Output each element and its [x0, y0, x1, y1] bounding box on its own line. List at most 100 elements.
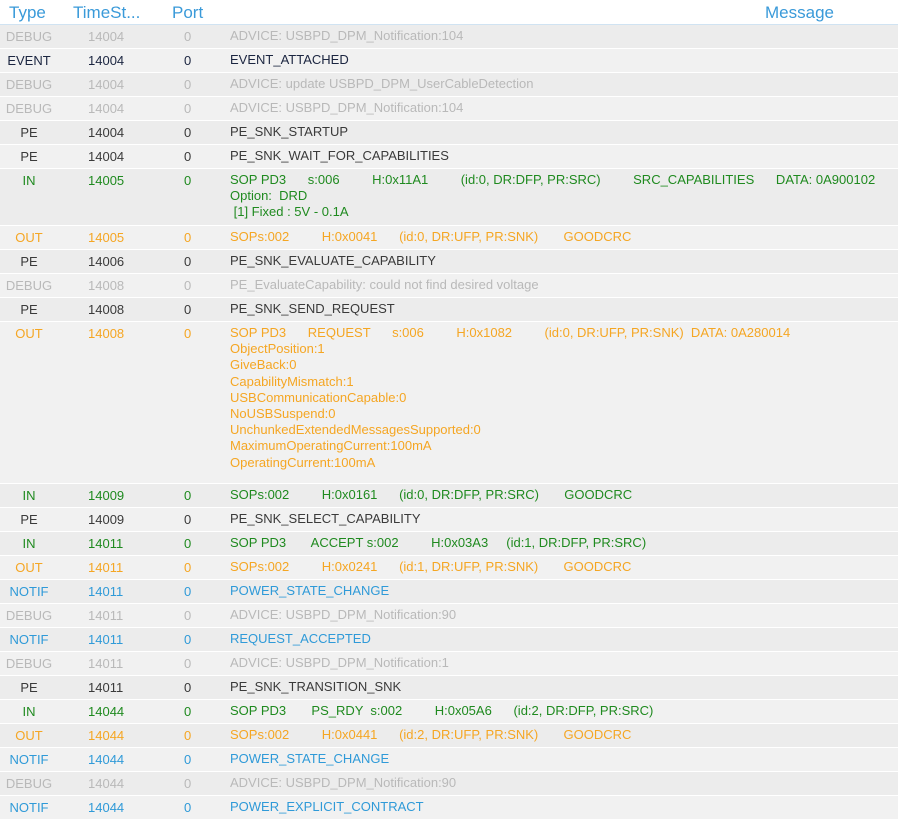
cell-timestamp: 14011: [88, 680, 124, 695]
table-row[interactable]: DEBUG 14008 0 PE_EvaluateCapability: could …: [0, 274, 898, 298]
cell-type: IN: [22, 173, 36, 188]
table-row[interactable]: PE 14004 0 PE_SNK_WAIT_FOR_CAPABILITIES: [0, 145, 898, 169]
cell-message: PE_SNK_EVALUATE_CAPABILITY: [230, 253, 436, 268]
cell-port: 0: [184, 488, 192, 503]
cell-type: IN: [22, 704, 36, 719]
cell-type: PE: [20, 149, 38, 164]
cell-port: 0: [184, 608, 192, 623]
column-header-message[interactable]: Message: [765, 3, 834, 23]
table-row[interactable]: EVENT 14004 0 EVENT_ATTACHED: [0, 49, 898, 73]
cell-timestamp: 14044: [88, 752, 125, 767]
column-header-type[interactable]: Type: [9, 3, 46, 23]
cell-timestamp: 14044: [88, 800, 125, 815]
cell-type: PE: [20, 302, 38, 317]
cell-timestamp: 14011: [88, 632, 124, 647]
cell-message: SOP PD3 s:006 H:0x11A1 (id:0, DR:DFP, PR…: [230, 172, 876, 220]
cell-port: 0: [184, 656, 192, 671]
cell-port: 0: [184, 536, 192, 551]
cell-timestamp: 14004: [88, 53, 125, 68]
table-row[interactable]: DEBUG 14004 0 ADVICE: update USBPD_DPM_User…: [0, 73, 898, 97]
table-row[interactable]: PE 14008 0 PE_SNK_SEND_REQUEST: [0, 298, 898, 322]
cell-type: OUT: [15, 728, 43, 743]
cell-type: EVENT: [7, 53, 51, 68]
cell-message: SOPs:002 H:0x0441 (id:2, DR:UFP, PR:SNK)…: [230, 727, 632, 742]
cell-timestamp: 14004: [88, 101, 125, 116]
cell-message: SOPs:002 H:0x0041 (id:0, DR:UFP, PR:SNK)…: [230, 229, 632, 244]
cell-timestamp: 14004: [88, 77, 125, 92]
cell-type: DEBUG: [5, 656, 53, 671]
table-row[interactable]: NOTIF 14044 0 POWER_STATE_CHANGE: [0, 748, 898, 772]
cell-timestamp: 14004: [88, 29, 125, 44]
cell-type: DEBUG: [5, 101, 53, 116]
cell-type: PE: [20, 512, 38, 527]
cell-timestamp: 14044: [88, 776, 125, 791]
table-row[interactable]: DEBUG 14011 0 ADVICE: USBPD_DPM_Notificatio…: [0, 604, 898, 628]
cell-port: 0: [184, 77, 192, 92]
cell-type: IN: [22, 488, 36, 503]
table-row[interactable]: IN 14009 0 SOPs:002 H:0x0161 (id:0, DR:DFP,…: [0, 484, 898, 508]
table-row[interactable]: PE 14006 0 PE_SNK_EVALUATE_CAPABILITY: [0, 250, 898, 274]
table-row[interactable]: IN 14044 0 SOP PD3 PS_RDY s:002 H:0x05A6 (i…: [0, 700, 898, 724]
cell-type: NOTIF: [9, 800, 49, 815]
cell-message: SOPs:002 H:0x0241 (id:1, DR:UFP, PR:SNK)…: [230, 559, 632, 574]
cell-timestamp: 14004: [88, 149, 125, 164]
cell-message: SOP PD3 ACCEPT s:002 H:0x03A3 (id:1, DR:…: [230, 535, 647, 550]
cell-timestamp: 14008: [88, 302, 125, 317]
table-row[interactable]: NOTIF 14011 0 REQUEST_ACCEPTED: [0, 628, 898, 652]
cell-timestamp: 14005: [88, 230, 125, 245]
cell-type: NOTIF: [9, 752, 49, 767]
table-row[interactable]: IN 14005 0 SOP PD3 s:006 H:0x11A1 (id:0, DR…: [0, 169, 898, 226]
table-row[interactable]: DEBUG 14004 0 ADVICE: USBPD_DPM_Notificatio…: [0, 25, 898, 49]
cell-message: ADVICE: USBPD_DPM_Notification:1: [230, 655, 449, 670]
cell-port: 0: [184, 173, 192, 188]
cell-type: PE: [20, 125, 38, 140]
cell-port: 0: [184, 512, 192, 527]
cell-message: PE_EvaluateCapability: could not find de…: [230, 277, 539, 292]
cell-timestamp: 14011: [88, 656, 124, 671]
cell-message: ADVICE: update USBPD_DPM_UserCableDetect…: [230, 76, 534, 91]
cell-message: PE_SNK_STARTUP: [230, 124, 349, 139]
table-row[interactable]: DEBUG 14004 0 ADVICE: USBPD_DPM_Notificatio…: [0, 97, 898, 121]
column-header-port[interactable]: Port: [172, 3, 203, 23]
cell-type: DEBUG: [5, 776, 53, 791]
table-row[interactable]: OUT 14005 0 SOPs:002 H:0x0041 (id:0, DR:UFP…: [0, 226, 898, 250]
cell-message: EVENT_ATTACHED: [230, 52, 349, 67]
table-row[interactable]: NOTIF 14044 0 POWER_EXPLICIT_CONTRACT: [0, 796, 898, 820]
cell-message: ADVICE: USBPD_DPM_Notification:104: [230, 100, 464, 115]
cell-port: 0: [184, 29, 192, 44]
table-row[interactable]: OUT 14044 0 SOPs:002 H:0x0441 (id:2, DR:UFP…: [0, 724, 898, 748]
cell-message: POWER_STATE_CHANGE: [230, 751, 390, 766]
table-row[interactable]: DEBUG 14011 0 ADVICE: USBPD_DPM_Notificatio…: [0, 652, 898, 676]
table-row[interactable]: OUT 14008 0 SOP PD3 REQUEST s:006 H:0x1082 …: [0, 322, 898, 484]
table-row[interactable]: DEBUG 14044 0 ADVICE: USBPD_DPM_Notificatio…: [0, 772, 898, 796]
cell-timestamp: 14009: [88, 512, 125, 527]
cell-type: OUT: [15, 230, 43, 245]
table-row[interactable]: IN 14011 0 SOP PD3 ACCEPT s:002 H:0x03A3 (i…: [0, 532, 898, 556]
cell-timestamp: 14008: [88, 326, 125, 341]
table-row[interactable]: NOTIF 14011 0 POWER_STATE_CHANGE: [0, 580, 898, 604]
cell-timestamp: 14006: [88, 254, 125, 269]
cell-message: POWER_STATE_CHANGE: [230, 583, 390, 598]
cell-port: 0: [184, 728, 192, 743]
cell-timestamp: 14044: [88, 704, 125, 719]
cell-port: 0: [184, 584, 192, 599]
cell-message: SOP PD3 PS_RDY s:002 H:0x05A6 (id:2, DR:…: [230, 703, 654, 718]
cell-port: 0: [184, 704, 192, 719]
column-header-timestamp[interactable]: TimeSt...: [73, 3, 140, 23]
cell-port: 0: [184, 278, 192, 293]
cell-type: IN: [22, 536, 36, 551]
table-row[interactable]: PE 14009 0 PE_SNK_SELECT_CAPABILITY: [0, 508, 898, 532]
cell-message: SOP PD3 REQUEST s:006 H:0x1082 (id:0, DR…: [230, 325, 791, 470]
cell-timestamp: 14011: [88, 584, 124, 599]
cell-timestamp: 14011: [88, 608, 124, 623]
cell-type: OUT: [15, 326, 43, 341]
cell-type: PE: [20, 254, 38, 269]
table-row[interactable]: OUT 14011 0 SOPs:002 H:0x0241 (id:1, DR:UFP…: [0, 556, 898, 580]
cell-port: 0: [184, 632, 192, 647]
cell-port: 0: [184, 776, 192, 791]
table-row[interactable]: PE 14004 0 PE_SNK_STARTUP: [0, 121, 898, 145]
cell-type: DEBUG: [5, 608, 53, 623]
cell-type: NOTIF: [9, 632, 49, 647]
cell-type: DEBUG: [5, 278, 53, 293]
table-row[interactable]: PE 14011 0 PE_SNK_TRANSITION_SNK: [0, 676, 898, 700]
